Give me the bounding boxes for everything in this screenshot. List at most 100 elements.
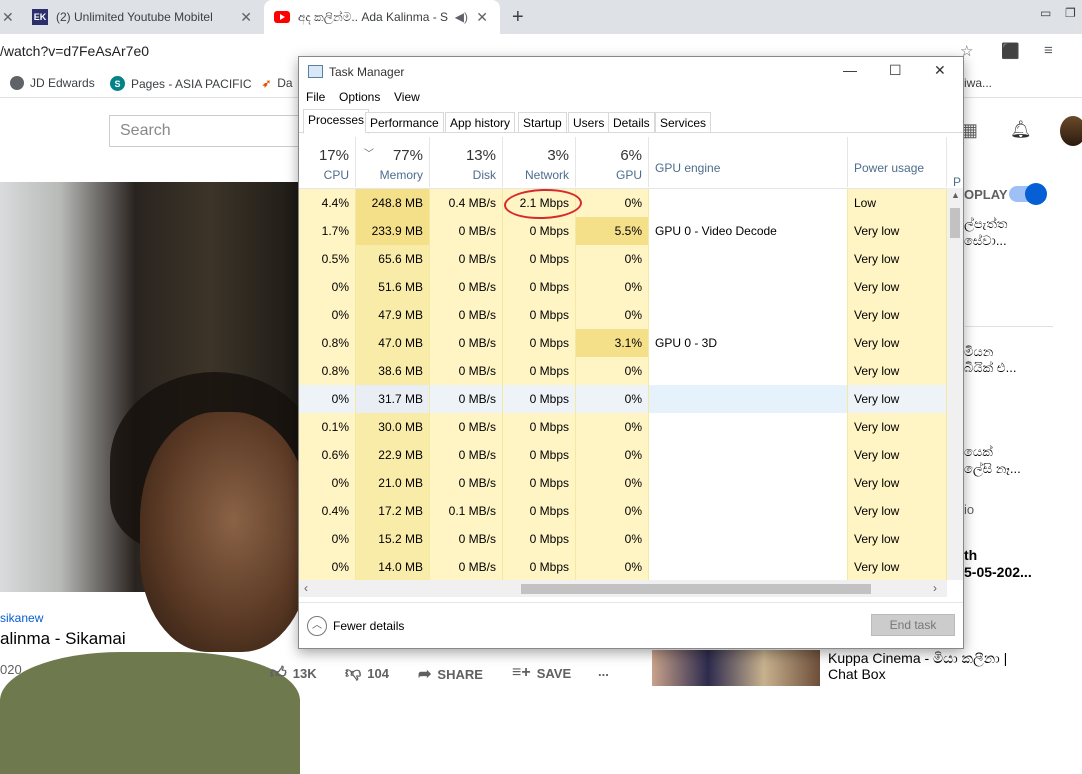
tab-startup[interactable]: Startup [518,112,567,133]
menu-file[interactable]: File [306,90,325,104]
scroll-left-icon[interactable]: ‹ [304,581,308,595]
cpu-cell: 0% [299,385,356,413]
column-label: P [953,175,962,189]
bookmark-tail[interactable]: iwa... [964,76,992,90]
channel-link[interactable]: sikanew [0,611,43,625]
table-row[interactable]: 1.7% 233.9 MB 0 MB/s 0 Mbps 5.5% GPU 0 - Vide… [299,217,947,245]
table-row[interactable]: 0.6% 22.9 MB 0 MB/s 0 Mbps 0% Very low [299,441,947,469]
speaker-icon[interactable]: ◀) [455,10,468,24]
column-label: Memory [379,168,423,182]
table-row[interactable]: 4.4% 248.8 MB 0.4 MB/s 2.1 Mbps 0% Low [299,189,947,217]
table-row[interactable]: 0.8% 38.6 MB 0 MB/s 0 Mbps 0% Very low [299,357,947,385]
tab-app-history[interactable]: App history [445,112,516,133]
network-cell: 0 Mbps [503,217,576,245]
network-cell: 0 Mbps [503,273,576,301]
power-usage-cell: Very low [848,329,947,357]
close-icon[interactable]: ✕ [2,9,14,26]
column-header-memory[interactable]: ﹀ 77% Memory [356,137,430,187]
sidebar-fragment[interactable]: යෙක් [964,444,993,460]
maximize-icon[interactable]: ☐ [889,62,902,79]
cpu-cell: 0% [299,553,356,580]
recommended-thumbnail[interactable] [652,650,820,686]
chevron-up-icon[interactable]: ︿ [307,616,327,636]
column-header-power-trend[interactable]: P [951,137,963,189]
tab-performance[interactable]: Performance [365,112,444,133]
more-button[interactable]: ... [598,664,609,679]
column-header-power-usage[interactable]: Power usage [848,137,947,187]
autoplay-toggle[interactable] [1009,183,1047,205]
scroll-up-icon[interactable]: ▲ [951,190,960,200]
network-cell: 0 Mbps [503,441,576,469]
restore-icon[interactable]: ❐ [1065,6,1076,20]
memory-cell: 15.2 MB [356,525,430,553]
minimize-icon[interactable]: ▭ [1040,6,1051,20]
tab-services[interactable]: Services [655,112,712,133]
search-input[interactable]: Search [109,115,309,147]
gpu-engine-cell [649,497,848,525]
pdf-extension-icon[interactable]: ⬛ [1001,42,1020,60]
end-task-button[interactable]: End task [871,614,955,636]
sidebar-fragment[interactable]: 5-05-202... [964,564,1032,580]
bookmark-da[interactable]: ➶ Da [262,76,293,90]
tab-users[interactable]: Users [568,112,610,133]
column-percent: 3% [547,147,569,164]
vertical-scrollbar[interactable]: ▲ [947,188,963,580]
column-header-cpu[interactable]: 17% CPU [299,137,356,187]
bookmark-pages-asia[interactable]: S Pages - ASIA PACIFIC [110,76,252,91]
tab-processes[interactable]: Processes [303,109,370,134]
menu-options[interactable]: Options [339,90,380,104]
minimize-icon[interactable]: — [843,62,857,78]
table-row[interactable]: 0.1% 30.0 MB 0 MB/s 0 Mbps 0% Very low [299,413,947,441]
close-tab-icon[interactable]: ✕ [240,9,252,26]
share-button[interactable]: ➦ SHARE [418,664,483,684]
horizontal-scrollbar[interactable]: ‹ › [299,580,947,597]
sidebar-fragment[interactable]: th [964,547,977,563]
column-header-gpu-engine[interactable]: GPU engine [649,137,848,187]
task-manager-titlebar[interactable]: Task Manager — ☐ ✕ [299,57,963,87]
power-usage-cell: Very low [848,525,947,553]
power-usage-cell: Very low [848,413,947,441]
table-row[interactable]: 0% 14.0 MB 0 MB/s 0 Mbps 0% Very low [299,553,947,580]
fewer-details-link[interactable]: Fewer details [333,619,404,633]
avatar[interactable] [1060,116,1082,146]
table-row[interactable]: 0% 51.6 MB 0 MB/s 0 Mbps 0% Very low [299,273,947,301]
scrollbar-thumb[interactable] [521,584,871,594]
table-row[interactable]: 0% 31.7 MB 0 MB/s 0 Mbps 0% Very low [299,385,947,413]
close-tab-icon[interactable]: ✕ [476,9,488,26]
sidebar-fragment[interactable]: ලේසි නෑ... [964,461,1021,477]
bookmark-jd-edwards[interactable]: JD Edwards [10,76,95,90]
sidebar-fragment[interactable]: ල්පැත්ත [964,216,1007,232]
sidebar-fragment[interactable]: සේවා... [964,233,1007,249]
tab-details[interactable]: Details [608,112,655,133]
table-row[interactable]: 0% 47.9 MB 0 MB/s 0 Mbps 0% Very low [299,301,947,329]
gpu-engine-cell [649,553,848,580]
disk-cell: 0 MB/s [430,469,503,497]
network-cell: 0 Mbps [503,413,576,441]
table-row[interactable]: 0.5% 65.6 MB 0 MB/s 0 Mbps 0% Very low [299,245,947,273]
table-row[interactable]: 0% 15.2 MB 0 MB/s 0 Mbps 0% Very low [299,525,947,553]
window-title: Task Manager [329,65,405,79]
address-bar[interactable]: /watch?v=d7FeAsAr7e0 [0,43,149,59]
save-button[interactable]: ≡+ SAVE [512,664,571,682]
column-header-gpu[interactable]: 6% GPU [576,137,649,187]
column-header-disk[interactable]: 13% Disk [430,137,503,187]
browser-tab[interactable]: EK (2) Unlimited Youtube Mobitel vs ✕ [24,0,264,34]
scrollbar-thumb[interactable] [950,208,960,238]
table-row[interactable]: 0.8% 47.0 MB 0 MB/s 0 Mbps 3.1% GPU 0 - 3D Ver… [299,329,947,357]
close-icon[interactable]: ✕ [934,62,946,79]
sidebar-fragment[interactable]: මියන [964,344,993,360]
new-tab-icon[interactable]: + [512,6,524,29]
scroll-right-icon[interactable]: › [933,581,937,595]
browser-tab-active[interactable]: අද කලින්ම.. Ada Kalinma - S ◀) ✕ [264,0,500,34]
sidebar-fragment[interactable]: බියික් එ... [964,360,1016,376]
dislike-button[interactable]: 👎︎ 104 [345,664,389,683]
media-control-icon[interactable]: ≡ [1044,42,1053,59]
recommended-title[interactable]: Kuppa Cinema - මියා කලීනා | Chat Box [828,650,1007,682]
menu-view[interactable]: View [394,90,420,104]
table-row[interactable]: 0% 21.0 MB 0 MB/s 0 Mbps 0% Very low [299,469,947,497]
like-button[interactable]: 👍︎ 13K [270,664,317,683]
bell-icon[interactable]: 🔔︎ [1010,120,1032,140]
video-player[interactable] [0,182,320,774]
column-header-network[interactable]: 3% Network [503,137,576,187]
table-row[interactable]: 0.4% 17.2 MB 0.1 MB/s 0 Mbps 0% Very low [299,497,947,525]
